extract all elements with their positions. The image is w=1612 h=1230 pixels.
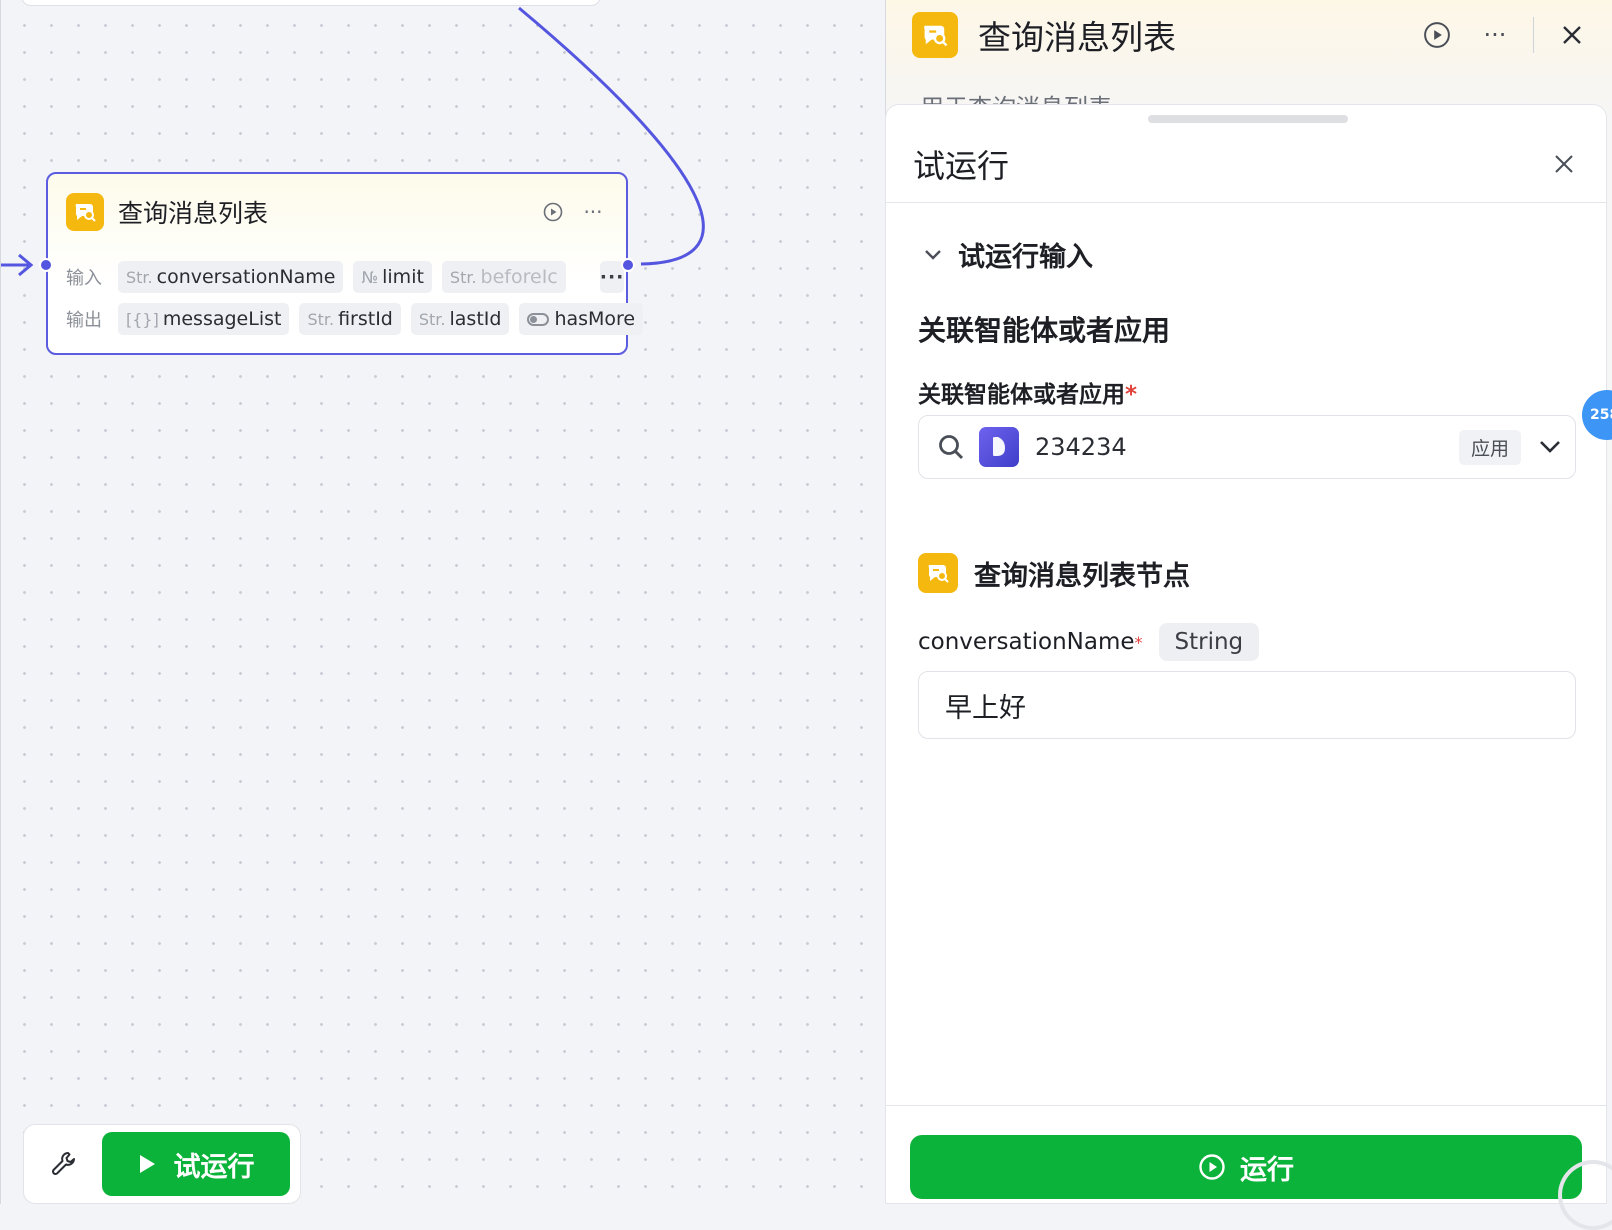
required-mark: * (1134, 632, 1143, 652)
param-row: conversationName * String (918, 623, 1260, 661)
more-icon[interactable]: ··· (1475, 15, 1515, 55)
selected-app-value: 234234 (1035, 433, 1127, 461)
node-section-title: 查询消息列表节点 (974, 560, 1190, 592)
node-title: 查询消息列表 (118, 199, 269, 228)
toggle-icon (527, 312, 550, 326)
node-inputs-row: 输入 Str. conversationName № limit Str. befor… (66, 260, 625, 294)
play-circle-icon[interactable] (538, 197, 568, 227)
panel-title: 查询消息列表 (978, 18, 1176, 57)
bottom-toolbar: 试运行 (23, 1124, 301, 1204)
loading-spinner-icon (1558, 1160, 1612, 1230)
query-message-list-node[interactable]: 查询消息列表 ··· 输入 Str. conversationName № limi… (39, 172, 644, 355)
node-logo-icon (912, 12, 958, 58)
input-port[interactable] (39, 258, 53, 272)
required-mark: * (1125, 382, 1138, 408)
play-circle-icon[interactable] (1417, 15, 1457, 55)
node-outputs-row: 输出 [{}] messageList Str. firstId Str. lastI… (66, 302, 644, 336)
app-avatar (979, 427, 1019, 467)
trial-run-sheet: 试运行 试运行输入 关联智能体或者应用 关联智能体或者应用* 234234 应用 (885, 104, 1607, 1204)
sheet-title: 试运行 (913, 146, 1010, 185)
field-label: 关联智能体或者应用* (918, 382, 1138, 408)
output-tag: Str. firstId (299, 303, 401, 335)
node-logo-icon (66, 193, 104, 231)
trial-run-button[interactable]: 试运行 (102, 1132, 290, 1196)
workflow-canvas[interactable]: 查询消息列表 ··· 输入 Str. conversationName № limi… (0, 0, 885, 1204)
trial-input-section-toggle[interactable]: 试运行输入 (924, 235, 1093, 274)
footer-divider (886, 1105, 1606, 1106)
input-label: 输入 (66, 268, 102, 289)
param-name: conversationName (918, 629, 1135, 655)
play-circle-icon (1199, 1154, 1225, 1180)
param-type-chip: String (1158, 623, 1260, 661)
input-tag: Str. beforeIc (441, 261, 566, 293)
chevron-down-icon (925, 249, 941, 260)
play-icon (139, 1155, 155, 1173)
header-divider (1533, 17, 1534, 53)
output-label: 输出 (66, 310, 102, 331)
output-tag: [{}] messageList (118, 303, 290, 335)
run-button[interactable]: 运行 (910, 1135, 1582, 1199)
panel-header: 查询消息列表 ··· (912, 12, 1592, 58)
output-tag: Str. lastId (410, 303, 510, 335)
chevron-down-icon (1540, 441, 1560, 453)
node-header: 查询消息列表 ··· (66, 192, 608, 232)
close-icon[interactable] (1544, 144, 1584, 184)
group-title: 关联智能体或者应用 (918, 314, 1171, 347)
node-section-header: 查询消息列表节点 (918, 553, 1190, 593)
conversation-name-input[interactable]: 早上好 (918, 671, 1576, 739)
close-icon[interactable] (1552, 15, 1592, 55)
input-tag: № limit (353, 261, 432, 293)
wrench-icon[interactable] (36, 1136, 92, 1192)
app-type-badge: 应用 (1458, 429, 1521, 465)
input-tag: Str. conversationName (118, 261, 344, 293)
drag-handle[interactable] (1148, 115, 1348, 123)
agent-app-select[interactable]: 234234 应用 (918, 415, 1576, 479)
sheet-header: 试运行 (886, 125, 1606, 203)
node-logo-icon (918, 553, 958, 593)
output-tag: hasMore (519, 303, 644, 335)
more-icon[interactable]: ··· (578, 197, 608, 227)
output-port[interactable] (621, 258, 635, 272)
search-icon (939, 435, 964, 460)
